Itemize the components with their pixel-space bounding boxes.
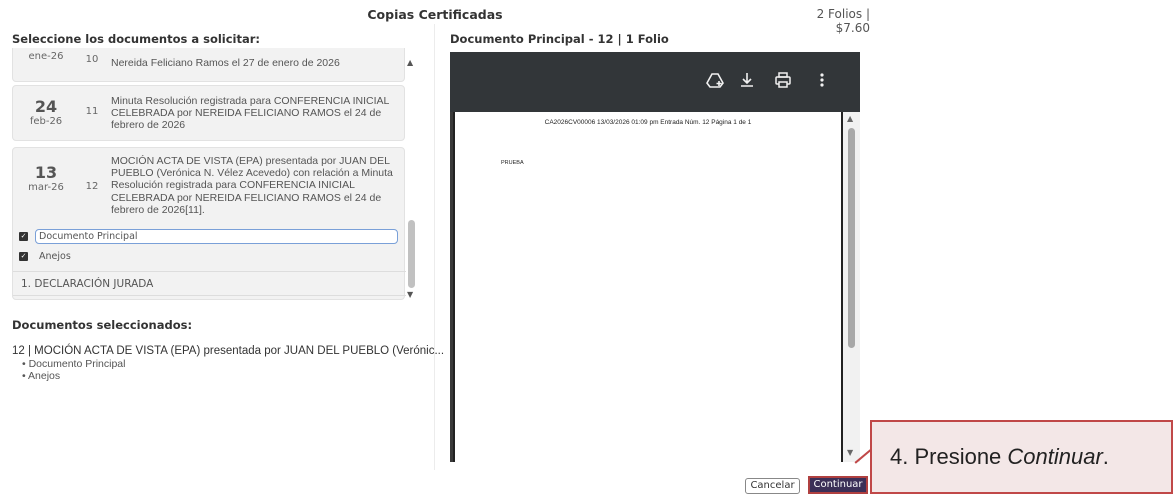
document-number: 10	[85, 54, 99, 65]
callout-suffix: .	[1102, 444, 1109, 469]
document-day: 24	[34, 97, 58, 116]
document-card-12[interactable]: 13 mar-26 12 MOCIÓN ACTA DE VISTA (EPA) …	[12, 147, 406, 300]
selected-bullet-anejos: • Anejos	[22, 370, 61, 382]
document-day: 13	[34, 163, 58, 182]
callout-emphasis: Continuar	[1007, 444, 1103, 469]
principal-checkbox[interactable]: ✓	[19, 232, 28, 241]
document-date: 13 mar-26	[13, 163, 79, 193]
selected-bullet-principal: • Documento Principal	[22, 358, 126, 370]
document-date: ene-26	[13, 51, 79, 62]
scroll-up-arrow-icon[interactable]: ▲	[407, 58, 413, 67]
scroll-thumb[interactable]	[848, 128, 855, 348]
pdf-viewer[interactable]: CA2026CV00006 13/03/2026 01:09 pm Entrad…	[450, 52, 860, 462]
print-icon[interactable]	[775, 72, 791, 92]
scroll-down-arrow-icon[interactable]: ▼	[407, 290, 413, 299]
document-month: mar-26	[28, 182, 64, 193]
document-list-scrollbar[interactable]: ▲ ▼	[405, 50, 417, 300]
price-summary: 2 Folios | $7.60	[816, 7, 870, 35]
pdf-page-header: CA2026CV00006 13/03/2026 01:09 pm Entrad…	[544, 119, 752, 126]
instruction-callout: 4. Presione Continuar.	[870, 420, 1173, 494]
dialog-title: Copias Certificadas	[367, 7, 503, 22]
scroll-up-arrow-icon[interactable]: ▲	[847, 114, 853, 123]
document-month: feb-26	[29, 116, 63, 127]
document-text: Minuta Resolución registrada para CONFER…	[111, 95, 389, 132]
cancel-button[interactable]: Cancelar	[745, 478, 800, 494]
document-card-10[interactable]: ene-26 10 Nereida Feliciano Ramos el 27 …	[12, 48, 405, 82]
scroll-thumb[interactable]	[408, 220, 415, 288]
drive-add-icon[interactable]	[706, 72, 724, 92]
document-card-11[interactable]: 24 feb-26 11 Minuta Resolución registrad…	[12, 85, 405, 141]
pdf-page-body: PRUEBA	[501, 160, 524, 166]
panel-divider	[434, 24, 435, 470]
anejos-checkbox[interactable]: ✓	[19, 252, 28, 261]
document-text: MOCIÓN ACTA DE VISTA (EPA) presentada po…	[111, 155, 393, 216]
anejos-option-label: Anejos	[39, 251, 71, 262]
document-list: ene-26 10 Nereida Feliciano Ramos el 27 …	[12, 48, 417, 300]
callout-prefix: 4. Presione	[890, 444, 1008, 469]
selected-document-title: 12 | MOCIÓN ACTA DE VISTA (EPA) presenta…	[12, 345, 445, 357]
document-text: Nereida Feliciano Ramos el 27 de enero d…	[111, 57, 340, 69]
anejos-option-row[interactable]: ✓ Anejos	[13, 247, 406, 267]
select-documents-heading: Seleccione los documentos a solicitar:	[12, 32, 261, 46]
pdf-toolbar	[450, 52, 860, 112]
continue-button[interactable]: Continuar	[808, 476, 868, 494]
pdf-page: CA2026CV00006 13/03/2026 01:09 pm Entrad…	[453, 112, 843, 462]
scroll-down-arrow-icon[interactable]: ▼	[847, 448, 853, 457]
document-date: 24 feb-26	[13, 97, 79, 127]
principal-option-row[interactable]: ✓ Documento Principal	[13, 227, 406, 247]
download-icon[interactable]	[740, 72, 754, 92]
annex-item[interactable]: 1. DECLARACIÓN JURADA	[13, 271, 406, 296]
selected-documents-heading: Documentos seleccionados:	[12, 318, 193, 332]
document-number: 11	[85, 106, 99, 117]
document-month: ene-26	[28, 51, 64, 62]
document-number: 12	[85, 181, 99, 192]
pdf-scrollbar[interactable]: ▲ ▼	[843, 112, 860, 462]
principal-option-label[interactable]: Documento Principal	[35, 229, 398, 244]
callout-text: 4. Presione Continuar.	[890, 444, 1109, 470]
more-icon[interactable]	[820, 72, 824, 92]
viewer-heading: Documento Principal - 12 | 1 Folio	[450, 32, 669, 46]
